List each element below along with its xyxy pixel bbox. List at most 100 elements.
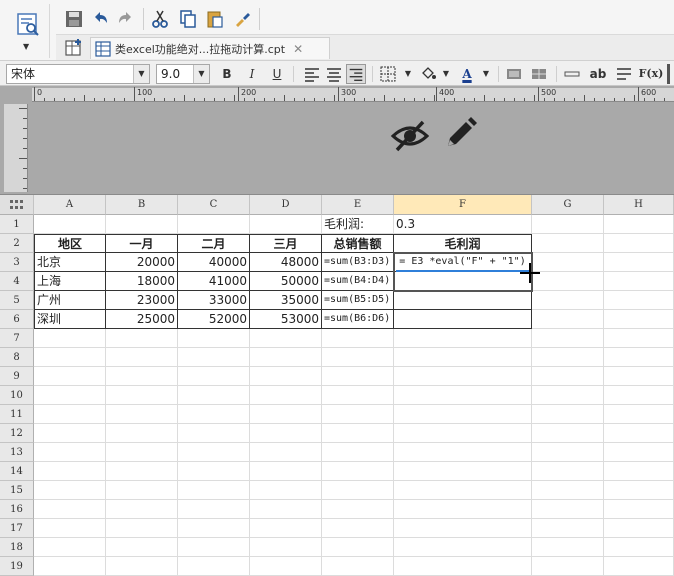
cell-region[interactable]: 北京 <box>34 253 106 272</box>
add-tab-icon[interactable] <box>64 38 84 58</box>
grid-cell[interactable] <box>322 462 394 481</box>
grid-cell[interactable] <box>532 310 604 329</box>
grid-cell[interactable] <box>394 367 532 386</box>
row-header-6[interactable]: 6 <box>0 310 34 329</box>
border-icon[interactable] <box>378 64 398 84</box>
grid-cell[interactable] <box>322 424 394 443</box>
cell-profit[interactable] <box>394 310 532 329</box>
cell-f1-rate[interactable]: 0.3 <box>394 215 532 234</box>
grid-cell[interactable] <box>250 215 322 234</box>
table-header-1[interactable]: 一月 <box>106 234 178 253</box>
grid-cell[interactable] <box>532 367 604 386</box>
report-body-area[interactable]: 0 100 200 300 400 500 600 <box>0 86 674 194</box>
grid-cell[interactable] <box>532 481 604 500</box>
grid-cell[interactable] <box>106 443 178 462</box>
cell-mar[interactable]: 50000 <box>250 272 322 291</box>
grid-cell[interactable] <box>322 481 394 500</box>
cell-jan[interactable]: 25000 <box>106 310 178 329</box>
grid-cell[interactable] <box>604 329 674 348</box>
grid-cell[interactable] <box>250 405 322 424</box>
grid-cell[interactable] <box>322 405 394 424</box>
grid-cell[interactable] <box>106 367 178 386</box>
grid-cell[interactable] <box>250 481 322 500</box>
grid-cell[interactable] <box>250 443 322 462</box>
chevron-down-icon[interactable]: ▼ <box>398 64 418 84</box>
grid-cell[interactable] <box>394 443 532 462</box>
column-header-h[interactable]: H <box>604 195 674 215</box>
grid-cell[interactable] <box>532 424 604 443</box>
row-header-8[interactable]: 8 <box>0 348 34 367</box>
cell-mar[interactable]: 48000 <box>250 253 322 272</box>
grid-cell[interactable] <box>394 500 532 519</box>
grid-cell[interactable] <box>178 386 250 405</box>
row-header-19[interactable]: 19 <box>0 557 34 576</box>
grid-cell[interactable] <box>532 215 604 234</box>
cell-mar[interactable]: 35000 <box>250 291 322 310</box>
grid-cell[interactable] <box>106 538 178 557</box>
grid-cell[interactable] <box>34 538 106 557</box>
table-header-2[interactable]: 二月 <box>178 234 250 253</box>
grid-cell[interactable] <box>394 481 532 500</box>
cell-region[interactable]: 上海 <box>34 272 106 291</box>
grid-cell[interactable] <box>394 538 532 557</box>
spreadsheet-grid[interactable]: ABCDEFGH 1 2 3 4 5 6 7 8 9 10 11 12 13 14 15 16 17 18 19 毛… <box>0 194 674 576</box>
grid-cell[interactable] <box>604 462 674 481</box>
row-header-14[interactable]: 14 <box>0 462 34 481</box>
grid-cell[interactable] <box>532 291 604 310</box>
cell-feb[interactable]: 33000 <box>178 291 250 310</box>
grid-cell[interactable] <box>250 519 322 538</box>
close-icon[interactable]: ✕ <box>293 42 303 56</box>
grid-cell[interactable] <box>604 519 674 538</box>
grid-cell[interactable] <box>394 386 532 405</box>
grid-cell[interactable] <box>178 538 250 557</box>
row-header-13[interactable]: 13 <box>0 443 34 462</box>
grid-cell[interactable] <box>322 329 394 348</box>
row-header-2[interactable]: 2 <box>0 234 34 253</box>
grid-cell[interactable] <box>250 462 322 481</box>
shrink-text-icon[interactable] <box>562 64 582 84</box>
grid-cell[interactable] <box>604 253 674 272</box>
grid-cell[interactable] <box>178 424 250 443</box>
table-header-5[interactable]: 毛利润 <box>394 234 532 253</box>
row-header-17[interactable]: 17 <box>0 519 34 538</box>
grid-cell[interactable] <box>250 386 322 405</box>
row-header-15[interactable]: 15 <box>0 481 34 500</box>
grid-cell[interactable] <box>106 519 178 538</box>
grid-cell[interactable] <box>322 443 394 462</box>
align-right-icon[interactable] <box>346 64 366 84</box>
grid-cell[interactable] <box>178 405 250 424</box>
paste-icon[interactable] <box>205 9 225 29</box>
undo-icon[interactable] <box>90 9 110 29</box>
fill-color-icon[interactable] <box>418 64 438 84</box>
grid-cell[interactable] <box>34 367 106 386</box>
cell-profit[interactable] <box>394 272 532 291</box>
grid-cell[interactable] <box>250 500 322 519</box>
cell-e1-label[interactable]: 毛利润: <box>322 215 394 234</box>
grid-cell[interactable] <box>322 386 394 405</box>
cell-total-formula[interactable]: =sum(B5:D5) <box>322 291 394 310</box>
column-header-f[interactable]: F <box>394 195 532 215</box>
grid-cell[interactable] <box>604 348 674 367</box>
save-icon[interactable] <box>64 9 84 29</box>
grid-cell[interactable] <box>178 462 250 481</box>
copy-icon[interactable] <box>178 9 198 29</box>
cell-total-formula[interactable]: =sum(B4:D4) <box>322 272 394 291</box>
grid-cell[interactable] <box>106 386 178 405</box>
grid-cell[interactable] <box>34 215 106 234</box>
preview-button[interactable]: ▼ <box>6 4 50 58</box>
grid-cell[interactable] <box>250 538 322 557</box>
row-header-7[interactable]: 7 <box>0 329 34 348</box>
grid-cell[interactable] <box>604 424 674 443</box>
grid-cell[interactable] <box>322 557 394 576</box>
row-header-4[interactable]: 4 <box>0 272 34 291</box>
grid-cell[interactable] <box>532 500 604 519</box>
chevron-down-icon[interactable]: ▼ <box>476 64 496 84</box>
grid-cell[interactable] <box>34 329 106 348</box>
cell-feb[interactable]: 52000 <box>178 310 250 329</box>
grid-cell[interactable] <box>532 519 604 538</box>
grid-cell[interactable] <box>34 424 106 443</box>
select-all-corner[interactable] <box>0 195 34 215</box>
grid-cell[interactable] <box>532 462 604 481</box>
grid-cell[interactable] <box>106 348 178 367</box>
grid-cell[interactable] <box>106 329 178 348</box>
